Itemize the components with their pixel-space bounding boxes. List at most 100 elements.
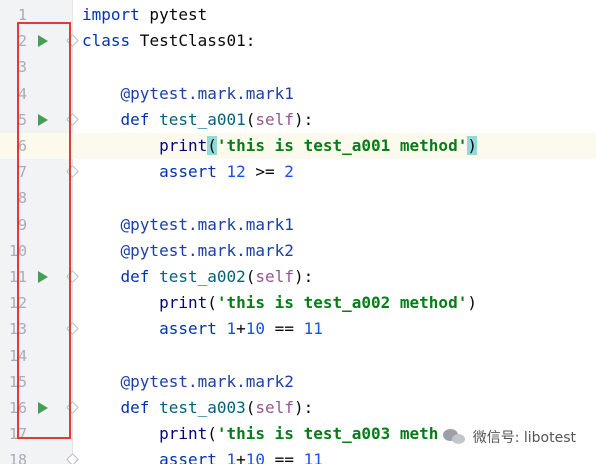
code-token: TestClass01:: [130, 31, 256, 51]
line-number: 9: [17, 215, 27, 234]
code-line[interactable]: 7 assert 12 >= 2: [0, 159, 596, 185]
line-number: 13: [8, 320, 27, 339]
code-text: class TestClass01:: [82, 30, 255, 52]
code-token: (: [245, 398, 256, 417]
code-text: def test_a003(self):: [82, 397, 314, 419]
fold-marker-icon[interactable]: [66, 270, 79, 283]
fold-marker-icon[interactable]: [66, 322, 79, 336]
fold-marker-icon[interactable]: [66, 112, 79, 126]
code-text: assert 1+10 == 11: [82, 318, 323, 340]
code-token: (: [207, 136, 217, 155]
code-token: (: [207, 293, 217, 313]
code-text: import pytest: [82, 4, 207, 26]
code-token: 1: [226, 450, 237, 464]
code-line[interactable]: 14: [0, 343, 596, 369]
code-token: ):: [293, 398, 314, 417]
line-number: 5: [17, 110, 27, 129]
code-token: assert: [159, 450, 217, 464]
code-token: def: [120, 267, 150, 286]
fold-marker-icon[interactable]: [66, 165, 79, 179]
fold-marker-icon[interactable]: [66, 401, 79, 414]
code-text: print('this is test_a002 method'): [82, 292, 477, 314]
code-line[interactable]: 3: [0, 54, 596, 80]
code-line[interactable]: 6 print('this is test_a001 method'): [0, 133, 596, 159]
run-test-icon[interactable]: [38, 271, 48, 283]
code-token: 'this is test_a001 method': [216, 136, 468, 155]
line-number: 16: [8, 399, 27, 417]
run-test-icon[interactable]: [38, 402, 48, 414]
code-text: @pytest.mark.mark1: [82, 83, 294, 105]
code-token: ==: [265, 319, 304, 339]
code-token: assert: [159, 319, 217, 339]
code-token: class: [82, 31, 131, 51]
code-token: @pytest.mark.mark2: [82, 240, 294, 260]
code-token: test_a003: [159, 398, 246, 417]
code-token: ):: [293, 109, 314, 129]
code-token: pytest: [139, 5, 208, 24]
run-test-icon[interactable]: [38, 35, 48, 48]
fold-marker-icon[interactable]: [66, 34, 79, 48]
watermark-text: 微信号: libotest: [472, 430, 576, 446]
line-number: 18: [8, 451, 27, 464]
code-token: +: [236, 319, 246, 339]
code-line[interactable]: 8: [0, 185, 596, 211]
code-line[interactable]: 18 assert 1+10 == 11: [0, 447, 596, 464]
code-line[interactable]: 2 class TestClass01:: [0, 28, 596, 54]
run-test-icon[interactable]: [38, 113, 48, 126]
code-line[interactable]: 10 @pytest.mark.mark2: [0, 238, 596, 264]
code-token: self: [255, 398, 294, 417]
code-token: @pytest.mark.mark1: [82, 83, 294, 103]
wechat-icon: [442, 428, 467, 446]
code-token: 2: [284, 162, 294, 182]
fold-marker-icon[interactable]: [66, 453, 79, 464]
line-number: 2: [17, 32, 27, 51]
code-line[interactable]: 9 @pytest.mark.mark1: [0, 212, 596, 238]
code-line[interactable]: 1 import pytest: [0, 2, 596, 28]
code-text: def test_a002(self):: [82, 266, 314, 288]
code-line[interactable]: 12 print('this is test_a002 method'): [0, 290, 596, 316]
code-token: print: [159, 424, 208, 444]
code-token: test_a001: [159, 109, 246, 129]
line-number: 14: [8, 346, 27, 365]
code-text: assert 1+10 == 11: [82, 449, 323, 464]
line-number: 10: [8, 241, 27, 260]
code-token: @pytest.mark.mark1: [82, 214, 294, 234]
line-number: 17: [8, 425, 27, 444]
line-number: 11: [8, 268, 27, 286]
code-line[interactable]: 5 def test_a001(self):: [0, 107, 596, 133]
code-token: print: [159, 136, 208, 155]
line-number: 6: [17, 137, 27, 155]
code-token: test_a002: [159, 267, 246, 286]
code-token: self: [255, 267, 294, 286]
code-token: self: [255, 109, 294, 129]
line-number: 12: [8, 294, 27, 313]
code-line[interactable]: 13 assert 1+10 == 11: [0, 316, 596, 342]
code-token: (: [245, 267, 256, 286]
line-number: 8: [17, 189, 27, 208]
code-token: >=: [245, 162, 285, 182]
code-editor[interactable]: 1 import pytest 2 class TestClass01: 3 4 @pyt…: [0, 0, 596, 464]
code-token: ): [467, 136, 477, 155]
code-line[interactable]: 15 @pytest.mark.mark2: [0, 369, 596, 395]
code-line[interactable]: 4 @pytest.mark.mark1: [0, 81, 596, 107]
line-number: 7: [17, 163, 27, 182]
code-text: print('this is test_a003 meth: [82, 423, 438, 445]
code-token: 12: [226, 162, 246, 182]
code-line[interactable]: 16 def test_a003(self):: [0, 395, 596, 421]
code-token: def: [120, 398, 150, 417]
line-number: 15: [8, 372, 27, 391]
code-line[interactable]: 11 def test_a002(self):: [0, 264, 596, 290]
